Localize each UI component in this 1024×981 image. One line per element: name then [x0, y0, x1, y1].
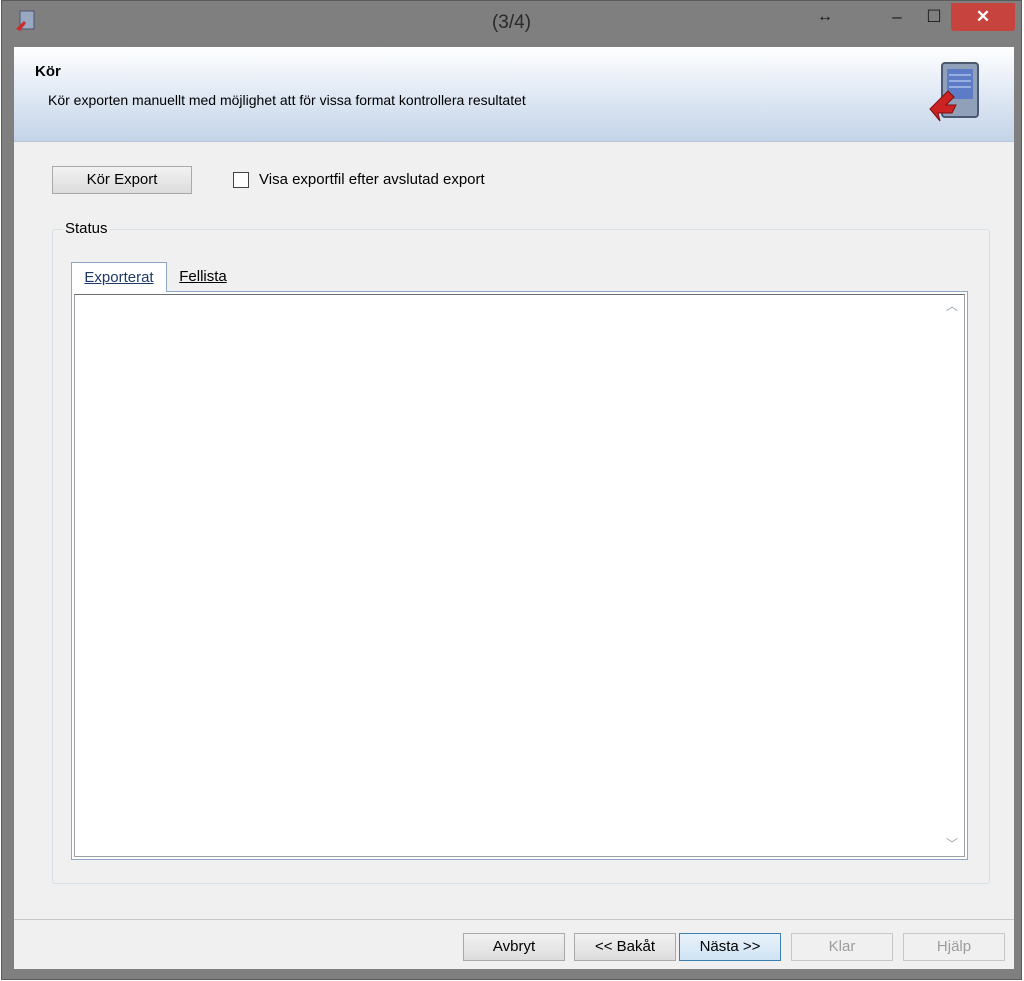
- footer-divider: [14, 919, 1014, 920]
- resize-icon[interactable]: ↔: [812, 3, 838, 31]
- show-exportfile-label[interactable]: Visa exportfil efter avslutad export: [259, 171, 485, 188]
- page-description: Kör exporten manuellt med möjlighet att …: [48, 92, 526, 108]
- page-title: Kör: [35, 63, 61, 80]
- export-server-icon: [929, 62, 979, 122]
- next-button[interactable]: Nästa >>: [679, 933, 781, 961]
- wizard-client-area: Kör Kör exporten manuellt med möjlighet …: [14, 47, 1014, 969]
- close-button[interactable]: ✕: [951, 3, 1015, 31]
- finish-button[interactable]: Klar: [791, 933, 893, 961]
- tab-error-list[interactable]: Fellista: [174, 262, 232, 292]
- exported-textarea[interactable]: ︿ ﹀: [74, 294, 965, 857]
- status-legend: Status: [63, 220, 110, 237]
- wizard-window: (3/4) ↔ – ☐ ✕ Kör Kör exporten manuellt …: [1, 0, 1022, 980]
- scroll-down-icon[interactable]: ﹀: [946, 835, 958, 852]
- maximize-button[interactable]: ☐: [920, 3, 948, 31]
- back-button[interactable]: << Bakåt: [574, 933, 676, 961]
- show-exportfile-checkbox[interactable]: [233, 172, 249, 188]
- exported-panel: ︿ ﹀: [71, 291, 968, 860]
- help-button[interactable]: Hjälp: [903, 933, 1005, 961]
- window-title: (3/4): [491, 12, 532, 33]
- cancel-button[interactable]: Avbryt: [463, 933, 565, 961]
- tab-exported[interactable]: Exporterat: [71, 262, 167, 292]
- minimize-button[interactable]: –: [883, 3, 911, 31]
- title-bar[interactable]: (3/4) ↔ – ☐ ✕: [2, 1, 1021, 47]
- run-export-button[interactable]: Kör Export: [52, 166, 192, 194]
- scroll-up-icon[interactable]: ︿: [946, 297, 958, 314]
- wizard-header: Kör Kör exporten manuellt med möjlighet …: [14, 47, 1014, 142]
